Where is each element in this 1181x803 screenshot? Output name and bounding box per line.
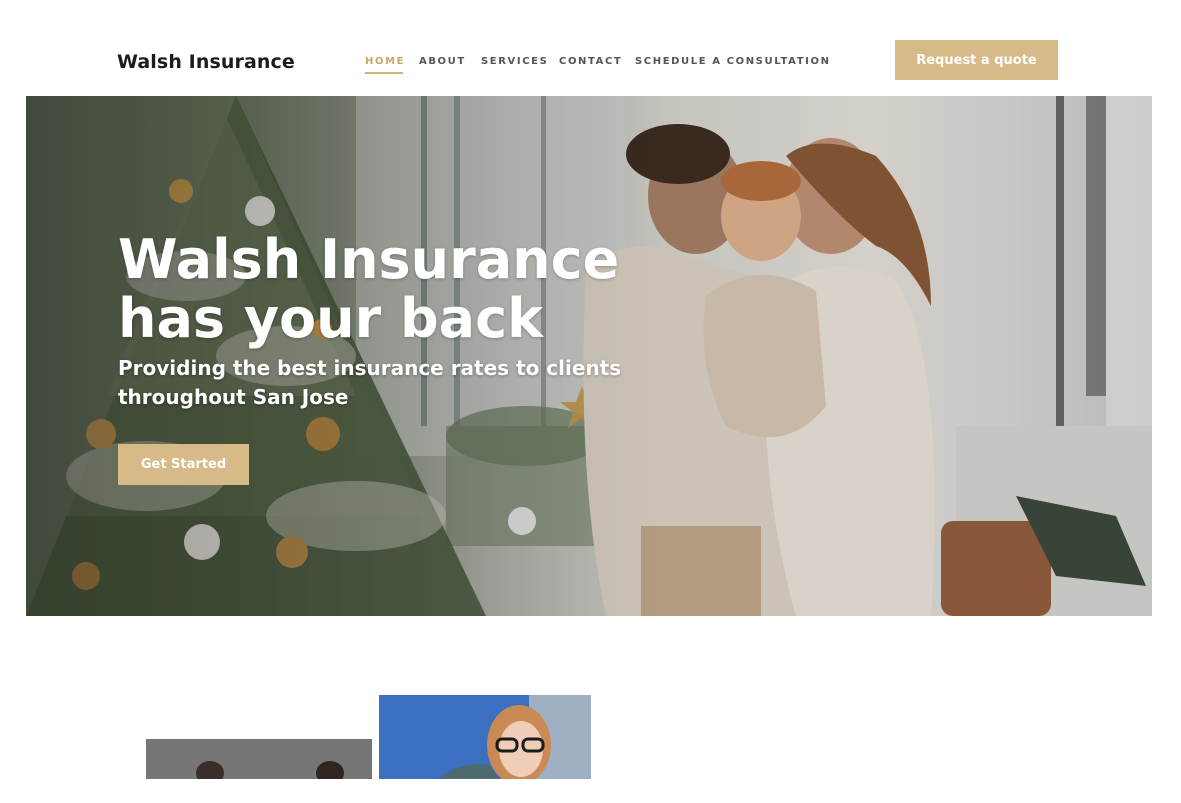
- hero-subtitle: Providing the best insurance rates to cl…: [118, 356, 622, 409]
- hero-section: Walsh Insurance has your back Providing …: [26, 96, 1152, 616]
- nav-item-schedule-consultation[interactable]: SCHEDULE A CONSULTATION: [635, 56, 831, 67]
- nav-item-home[interactable]: HOME: [365, 56, 405, 74]
- driver-photo: [379, 695, 591, 779]
- nav-item-services[interactable]: SERVICES: [481, 56, 548, 67]
- hero-title: Walsh Insurance has your back: [118, 228, 620, 350]
- get-started-button[interactable]: Get Started: [118, 444, 249, 485]
- brand-logo-text[interactable]: Walsh Insurance: [117, 51, 295, 73]
- nav-item-about[interactable]: ABOUT: [419, 56, 466, 67]
- nav-item-contact[interactable]: CONTACT: [559, 56, 622, 67]
- request-quote-button[interactable]: Request a quote: [895, 40, 1058, 80]
- team-photo: [146, 739, 372, 779]
- section-heading-partial: [622, 764, 822, 780]
